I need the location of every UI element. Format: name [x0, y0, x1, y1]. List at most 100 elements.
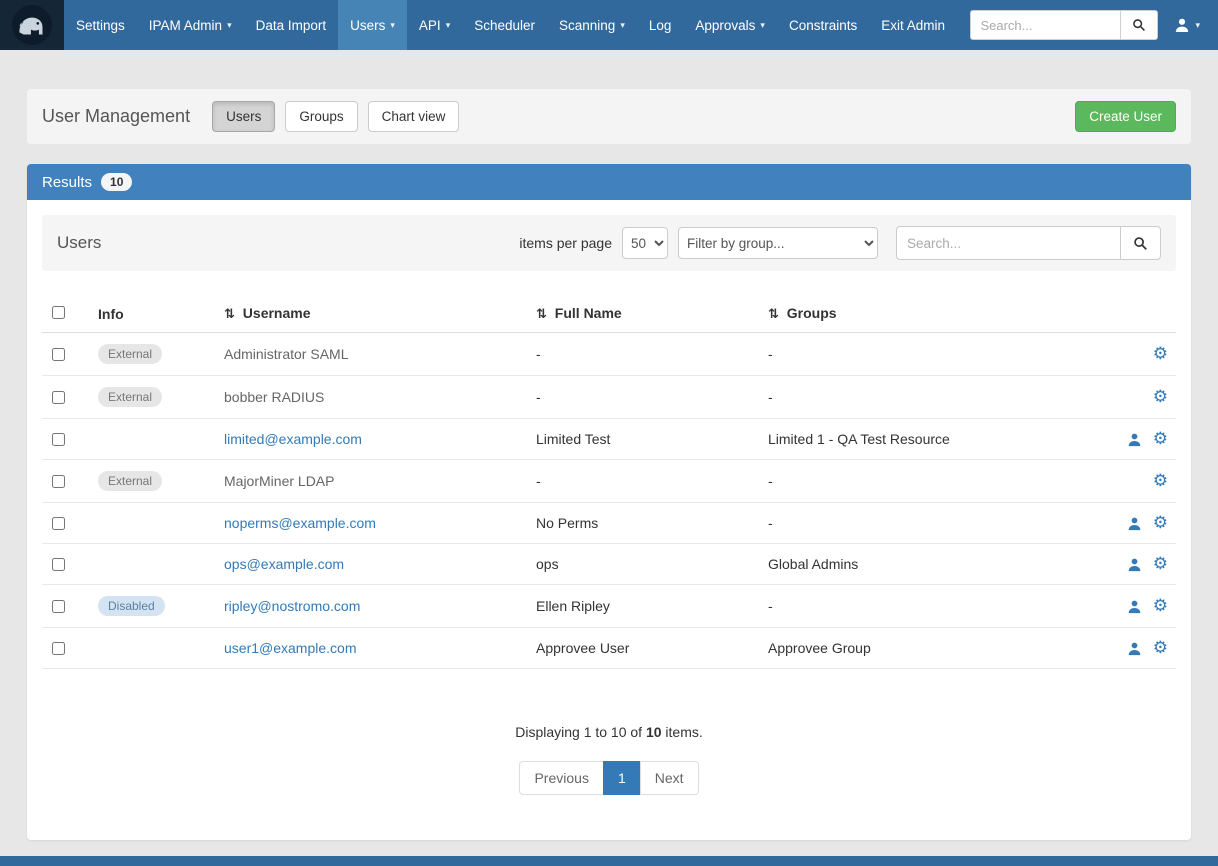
username-link[interactable]: MajorMiner LDAP [224, 473, 334, 489]
gear-icon[interactable]: ⚙ [1153, 598, 1168, 615]
items-per-page-select[interactable]: 50 [622, 227, 668, 259]
user-management-header: User Management Users Groups Chart view … [27, 89, 1191, 144]
nav-item-label: API [419, 18, 441, 33]
create-user-button[interactable]: Create User [1075, 101, 1176, 132]
row-checkbox[interactable] [52, 600, 65, 613]
select-all-checkbox[interactable] [52, 306, 65, 319]
navbar-search-input[interactable] [970, 10, 1120, 40]
full-name: - [528, 377, 760, 417]
nav-item-users[interactable]: Users ▾ [338, 0, 407, 50]
user-icon [1174, 17, 1190, 33]
pagination-previous-button[interactable]: Previous [519, 761, 603, 795]
column-header-full-name[interactable]: ⇅ Full Name [528, 295, 760, 332]
groups: Global Admins [760, 544, 1092, 584]
nav-item-scanning[interactable]: Scanning ▾ [547, 0, 637, 50]
table-search-input[interactable] [896, 226, 1121, 260]
gear-icon[interactable]: ⚙ [1153, 389, 1168, 406]
status-badge: External [98, 387, 162, 407]
caret-down-icon: ▾ [1195, 20, 1200, 31]
row-checkbox[interactable] [52, 348, 65, 361]
user-profile-icon[interactable] [1127, 599, 1142, 614]
table-body: External Administrator SAML - - ⚙ Extern… [42, 333, 1176, 669]
tab-chart-view[interactable]: Chart view [368, 101, 460, 132]
user-profile-icon[interactable] [1127, 557, 1142, 572]
user-profile-icon[interactable] [1127, 516, 1142, 531]
table-row: limited@example.com Limited Test Limited… [42, 419, 1176, 460]
table-row: ops@example.com ops Global Admins ⚙ [42, 544, 1176, 585]
table-row: Disabled ripley@nostromo.com Ellen Riple… [42, 585, 1176, 628]
username-link[interactable]: bobber RADIUS [224, 389, 324, 405]
sort-icon: ⇅ [224, 306, 235, 321]
column-header-groups[interactable]: ⇅ Groups [760, 295, 1092, 332]
gear-icon[interactable]: ⚙ [1153, 473, 1168, 490]
nav-item-label: Scanning [559, 18, 615, 33]
nav-item-label: IPAM Admin [149, 18, 222, 33]
table-row: user1@example.com Approvee User Approvee… [42, 628, 1176, 669]
user-profile-icon[interactable] [1127, 641, 1142, 656]
username-link[interactable]: user1@example.com [224, 640, 357, 656]
nav-item-label: Scheduler [474, 18, 535, 33]
sort-icon: ⇅ [768, 306, 779, 321]
nav-item-approvals[interactable]: Approvals ▾ [683, 0, 777, 50]
gear-icon[interactable]: ⚙ [1153, 640, 1168, 657]
tab-users[interactable]: Users [212, 101, 275, 132]
nav-item-api[interactable]: API ▾ [407, 0, 462, 50]
user-account-menu[interactable]: ▾ [1158, 0, 1210, 50]
app-logo[interactable] [0, 0, 64, 50]
nav-item-settings[interactable]: Settings [64, 0, 137, 50]
pagination-page-1-button[interactable]: 1 [603, 761, 641, 795]
row-checkbox[interactable] [52, 558, 65, 571]
nav-item-ipam-admin[interactable]: IPAM Admin ▾ [137, 0, 244, 50]
displaying-info: Displaying 1 to 10 of 10 items. [42, 724, 1176, 740]
full-name: No Perms [528, 503, 760, 543]
gear-icon[interactable]: ⚙ [1153, 515, 1168, 532]
caret-down-icon: ▾ [227, 20, 232, 31]
table-search-button[interactable] [1121, 226, 1161, 260]
row-checkbox[interactable] [52, 433, 65, 446]
table-row: noperms@example.com No Perms - ⚙ [42, 503, 1176, 544]
gear-icon[interactable]: ⚙ [1153, 346, 1168, 363]
caret-down-icon: ▾ [446, 20, 451, 31]
nav-item-label: Data Import [256, 18, 327, 33]
username-link[interactable]: limited@example.com [224, 431, 362, 447]
username-link[interactable]: ops@example.com [224, 556, 344, 572]
column-header-username[interactable]: ⇅ Username [216, 295, 528, 332]
nav-item-label: Constraints [789, 18, 857, 33]
table-row: External MajorMiner LDAP - - ⚙ [42, 460, 1176, 503]
nav-items: Settings IPAM Admin ▾ Data Import Users … [64, 0, 957, 50]
page-content: User Management Users Groups Chart view … [27, 50, 1191, 840]
status-badge: External [98, 344, 162, 364]
nav-item-constraints[interactable]: Constraints [777, 0, 869, 50]
groups: - [760, 586, 1092, 626]
tab-groups[interactable]: Groups [285, 101, 357, 132]
nav-item-log[interactable]: Log [637, 0, 684, 50]
nav-item-exit-admin[interactable]: Exit Admin [869, 0, 957, 50]
results-panel-body: Users items per page 50 Filter by group.… [27, 200, 1191, 840]
row-checkbox[interactable] [52, 391, 65, 404]
groups: Approvee Group [760, 628, 1092, 668]
nav-item-data-import[interactable]: Data Import [244, 0, 339, 50]
nav-item-scheduler[interactable]: Scheduler [462, 0, 547, 50]
groups: Limited 1 - QA Test Resource [760, 419, 1092, 459]
row-checkbox[interactable] [52, 475, 65, 488]
caret-down-icon: ▾ [760, 20, 765, 31]
group-filter-select[interactable]: Filter by group... [678, 227, 878, 259]
pagination-next-button[interactable]: Next [640, 761, 699, 795]
username-link[interactable]: noperms@example.com [224, 515, 376, 531]
username-link[interactable]: Administrator SAML [224, 346, 348, 362]
nav-item-label: Users [350, 18, 385, 33]
navbar-search-button[interactable] [1120, 10, 1158, 40]
top-navbar: Settings IPAM Admin ▾ Data Import Users … [0, 0, 1218, 50]
gear-icon[interactable]: ⚙ [1153, 556, 1168, 573]
results-panel: Results 10 Users items per page 50 Filte… [27, 164, 1191, 840]
items-per-page-label: items per page [519, 235, 612, 251]
user-profile-icon[interactable] [1127, 432, 1142, 447]
sort-icon: ⇅ [536, 306, 547, 321]
nav-item-label: Approvals [695, 18, 755, 33]
navbar-right: ▾ [970, 0, 1218, 50]
username-link[interactable]: ripley@nostromo.com [224, 598, 360, 614]
row-checkbox[interactable] [52, 517, 65, 530]
gear-icon[interactable]: ⚙ [1153, 431, 1168, 448]
row-checkbox[interactable] [52, 642, 65, 655]
toolbar-controls: items per page 50 Filter by group... [519, 226, 1161, 260]
